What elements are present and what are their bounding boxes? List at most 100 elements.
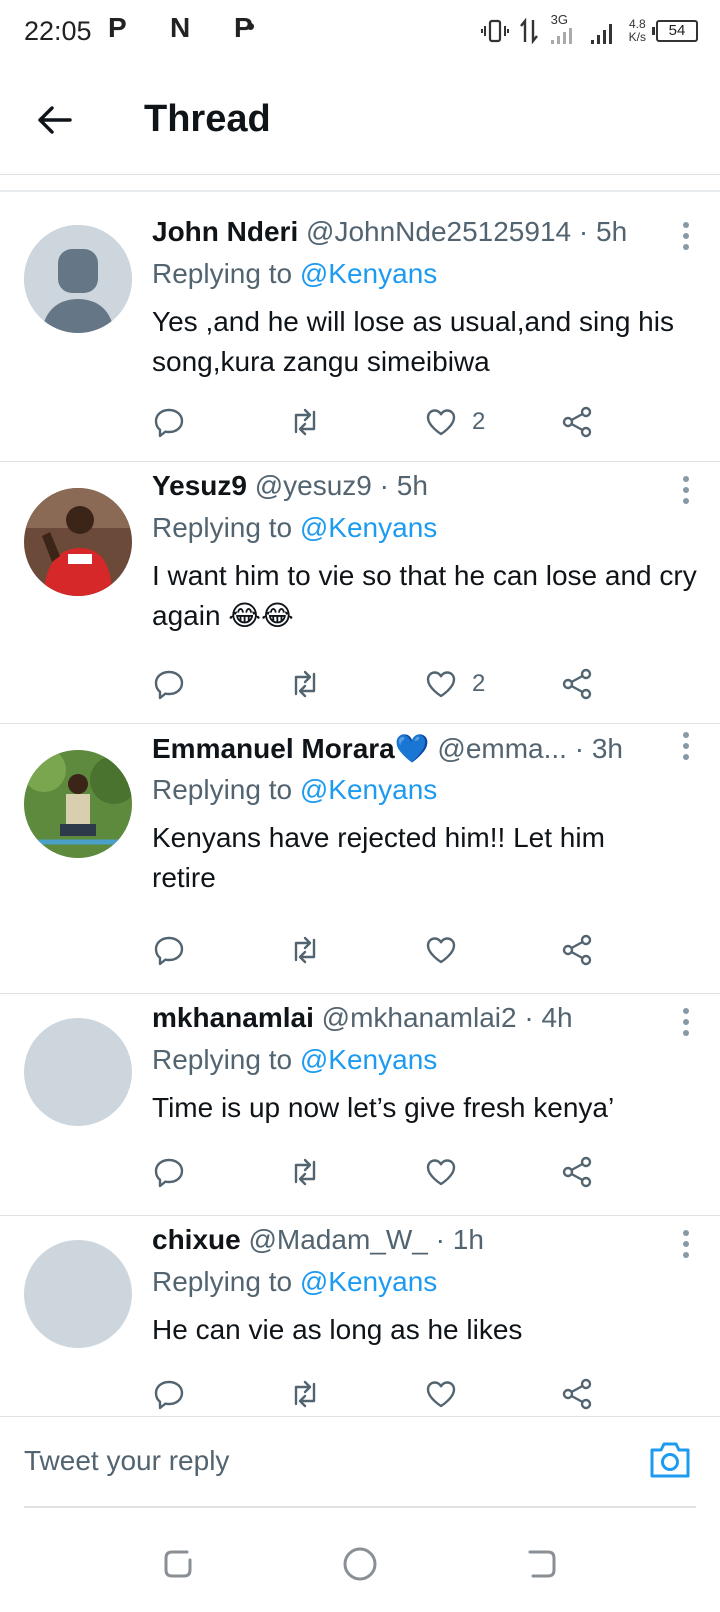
default-profile-icon — [24, 225, 132, 333]
tweet-time: · 4h — [524, 1002, 573, 1033]
avatar[interactable] — [24, 488, 132, 596]
author-handle[interactable]: @JohnNde25125914 — [306, 216, 571, 247]
retweet-button[interactable] — [288, 666, 322, 702]
like-count: 2 — [472, 408, 486, 435]
reply-icon — [154, 670, 184, 700]
signal-3g-icon: 3G — [549, 12, 579, 46]
network-speed: 4.8 K/s — [628, 17, 646, 44]
reply-button[interactable] — [152, 1376, 186, 1412]
tweet-time: · 1h — [435, 1224, 484, 1255]
reply-icon — [154, 936, 184, 966]
retweet-button[interactable] — [288, 932, 322, 968]
retweet-icon — [294, 1158, 316, 1186]
back-arrow-icon[interactable] — [34, 100, 74, 140]
replying-to: Replying to @Kenyans — [152, 512, 437, 544]
notification-more-dot: • — [246, 11, 256, 41]
avatar[interactable] — [24, 750, 132, 858]
retweet-button[interactable] — [288, 1376, 322, 1412]
like-button[interactable] — [424, 1154, 458, 1190]
share-icon — [562, 1156, 592, 1188]
replying-mention[interactable]: @Kenyans — [300, 1044, 437, 1075]
replying-mention[interactable]: @Kenyans — [300, 1266, 437, 1297]
system-nav-bar — [0, 1510, 720, 1612]
replying-label: Replying to — [152, 512, 300, 543]
retweet-button[interactable] — [288, 404, 322, 440]
tweet-text: Yes ,and he will lose as usual,and sing … — [152, 306, 674, 377]
thread-header: Thread — [0, 66, 720, 174]
like-button[interactable] — [424, 1376, 458, 1412]
share-icon — [562, 934, 592, 966]
avatar[interactable] — [24, 1240, 132, 1348]
replying-label: Replying to — [152, 1044, 300, 1075]
tweet-item[interactable]: chixue @Madam_W_ · 1h Replying to @Kenya… — [0, 1216, 720, 1416]
like-button[interactable] — [424, 932, 458, 968]
author-handle[interactable]: @mkhanamlai2 — [322, 1002, 517, 1033]
share-button[interactable] — [560, 1154, 594, 1190]
tweet-item[interactable]: Emmanuel Morara💙 @emma... · 3h Replying … — [0, 724, 720, 994]
retweet-icon — [294, 1380, 316, 1408]
header-divider — [0, 174, 720, 175]
reply-input-placeholder[interactable]: Tweet your reply — [24, 1445, 229, 1477]
replying-label: Replying to — [152, 1266, 300, 1297]
recent-apps-icon[interactable] — [160, 1546, 196, 1582]
author-handle[interactable]: @Madam_W_ — [248, 1224, 427, 1255]
reply-button[interactable] — [152, 404, 186, 440]
replying-to: Replying to @Kenyans — [152, 774, 437, 806]
heart-icon — [426, 1159, 456, 1186]
reply-icon — [154, 1158, 184, 1188]
reply-icon — [154, 408, 184, 438]
reply-button[interactable] — [152, 932, 186, 968]
share-button[interactable] — [560, 1376, 594, 1412]
camera-icon[interactable] — [648, 1439, 692, 1479]
more-options-icon[interactable] — [682, 476, 690, 506]
tweet-item[interactable]: mkhanamlai @mkhanamlai2 · 4h Replying to… — [0, 994, 720, 1216]
home-icon[interactable] — [342, 1546, 378, 1582]
share-button[interactable] — [560, 666, 594, 702]
reply-button[interactable] — [152, 666, 186, 702]
author-name[interactable]: mkhanamlai — [152, 1002, 314, 1033]
status-right-group: 3G 4.8 K/s 54 — [480, 12, 698, 48]
heart-icon — [426, 937, 456, 964]
author-handle[interactable]: @yesuz9 — [255, 470, 372, 501]
retweet-icon — [294, 670, 316, 698]
tweet-item[interactable]: Yesuz9 @yesuz9 · 5h Replying to @Kenyans… — [0, 462, 720, 724]
status-time: 22:05 — [24, 16, 92, 46]
avatar[interactable] — [24, 1018, 132, 1126]
replying-to: Replying to @Kenyans — [152, 1044, 437, 1076]
replying-mention[interactable]: @Kenyans — [300, 258, 437, 289]
share-button[interactable] — [560, 932, 594, 968]
retweet-button[interactable] — [288, 1154, 322, 1190]
more-options-icon[interactable] — [682, 1230, 690, 1260]
avatar[interactable] — [24, 225, 132, 333]
author-handle[interactable]: @emma... — [437, 733, 567, 764]
share-button[interactable] — [560, 404, 594, 440]
tweet-time: · 5h — [578, 216, 628, 247]
profile-photo-icon — [24, 488, 132, 596]
like-count: 2 — [472, 670, 486, 697]
back-nav-icon[interactable] — [524, 1546, 560, 1582]
more-options-icon[interactable] — [682, 1008, 690, 1038]
data-transfer-icon — [519, 18, 538, 44]
author-name[interactable]: chixue — [152, 1224, 241, 1255]
replying-mention[interactable]: @Kenyans — [300, 774, 437, 805]
replying-to: Replying to @Kenyans — [152, 258, 437, 290]
author-name[interactable]: Yesuz9 — [152, 470, 247, 501]
tweet-text: Kenyans have rejected him!! Let him reti… — [152, 822, 605, 893]
author-name[interactable]: John Nderi — [152, 216, 298, 247]
like-button[interactable]: 2 — [424, 404, 485, 440]
replying-to: Replying to @Kenyans — [152, 1266, 437, 1298]
tweet-item[interactable]: John Nderi @JohnNde25125914 · 5h Replyin… — [0, 192, 720, 462]
more-options-icon[interactable] — [682, 222, 690, 252]
heart-icon — [426, 1381, 456, 1408]
reply-button[interactable] — [152, 1154, 186, 1190]
more-options-icon[interactable] — [682, 732, 690, 762]
heart-icon — [426, 409, 456, 436]
author-name[interactable]: Emmanuel Morara💙 — [152, 733, 430, 764]
like-button[interactable]: 2 — [424, 666, 485, 702]
tweet-actions: 2 — [152, 666, 622, 702]
reply-underline — [24, 1506, 696, 1508]
tweet-header: John Nderi @JohnNde25125914 · 5h — [152, 216, 664, 252]
reply-composer[interactable]: Tweet your reply — [0, 1416, 720, 1508]
replying-mention[interactable]: @Kenyans — [300, 512, 437, 543]
tweet-text: Time is up now let’s give fresh kenya’ — [152, 1092, 615, 1123]
